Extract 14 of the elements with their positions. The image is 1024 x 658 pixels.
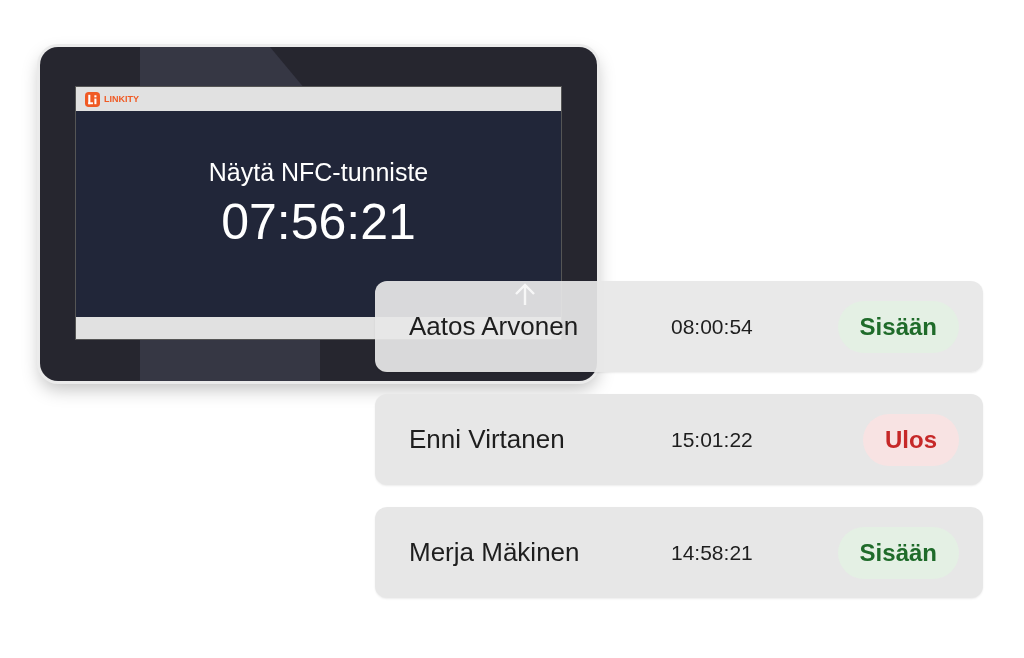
- up-arrow-icon: [513, 283, 537, 307]
- status-badge: Sisään: [837, 526, 959, 579]
- status-badge: Ulos: [863, 413, 959, 466]
- person-name: Enni Virtanen: [409, 424, 566, 455]
- brand-name: LINKITY: [104, 94, 139, 104]
- entry-time: 08:00:54: [671, 314, 754, 339]
- person-name: Merja Mäkinen: [409, 537, 581, 568]
- status-badge: Sisään: [837, 300, 959, 353]
- clock-time: 07:56:21: [221, 192, 416, 251]
- entry-time: 14:58:21: [671, 540, 754, 565]
- entry-time: 15:01:22: [671, 427, 754, 452]
- person-name: Aatos Arvonen: [409, 311, 580, 342]
- logo-icon: [85, 91, 100, 107]
- prompt-text: Näytä NFC-tunniste: [208, 157, 429, 187]
